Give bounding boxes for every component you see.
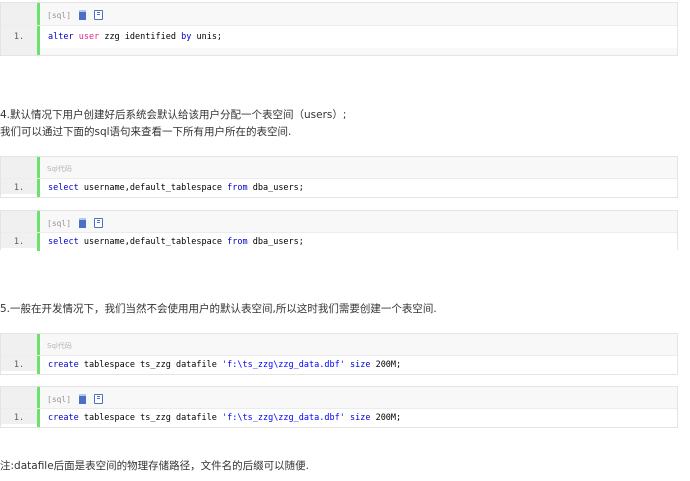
code-token-kw: from	[227, 237, 248, 247]
code-token-kw: size	[349, 360, 371, 370]
line-number: 1.	[1, 26, 37, 48]
code-lang-label: Sql代码	[47, 342, 72, 350]
code-token-kw: select	[48, 183, 79, 193]
code-token-kw: from	[227, 183, 248, 193]
code-token: username,default_tablespace	[78, 183, 228, 193]
view-source-icon[interactable]	[79, 394, 87, 404]
code-token: zzg identified	[99, 32, 182, 42]
copy-icon[interactable]	[94, 218, 104, 228]
code-token: 200M;	[370, 360, 402, 370]
code-token-str: 'f:\ts_zzg\zzg_data.dbf'	[222, 360, 345, 370]
code-line: select username,default_tablespace from …	[48, 233, 304, 251]
code-token: unis;	[191, 32, 223, 42]
code-header: [sql]	[47, 216, 104, 230]
code-line: alter user zzg identified by unis;	[48, 26, 222, 48]
code-token-kw: create	[48, 360, 79, 370]
code-block: [sql] 1. alter user zzg identified by un…	[0, 2, 678, 56]
view-source-icon[interactable]	[79, 218, 87, 228]
paragraph-5: 5.一般在开发情况下，我们当然不会使用用户的默认表空间,所以这时我们需要创建一个…	[0, 303, 437, 315]
code-block: [sql] 1. create tablespace ts_zzg datafi…	[0, 386, 678, 428]
code-block: Sql代码 1. create tablespace ts_zzg datafi…	[0, 333, 678, 375]
code-token-kw: size	[349, 413, 371, 423]
paragraph-4-line-2: 我们可以通过下面的sql语句来查看一下所有用户所在的表空间.	[0, 126, 292, 138]
code-token-kw: select	[48, 237, 79, 247]
code-block: Sql代码 1. select username,default_tablesp…	[0, 156, 678, 198]
view-source-icon[interactable]	[79, 10, 87, 20]
code-header: [sql]	[47, 8, 104, 22]
code-header: Sql代码	[47, 339, 72, 353]
code-header: [sql]	[47, 392, 104, 406]
code-token: dba_users;	[247, 237, 304, 247]
code-lang-label: [sql]	[47, 394, 72, 404]
copy-icon[interactable]	[94, 394, 104, 404]
code-token: tablespace ts_zzg datafile	[78, 360, 223, 370]
code-token: username,default_tablespace	[78, 237, 228, 247]
code-token-str: 'f:\ts_zzg\zzg_data.dbf'	[222, 413, 345, 423]
paragraph-4-line-1: 4.默认情况下用户创建好后系统会默认给该用户分配一个表空间（users）;	[0, 109, 347, 121]
code-token-kw: create	[48, 413, 79, 423]
line-number: 1.	[1, 233, 37, 248]
copy-icon[interactable]	[94, 10, 104, 20]
code-token: tablespace ts_zzg datafile	[78, 413, 223, 423]
code-header: Sql代码	[47, 162, 72, 176]
code-lang-label: [sql]	[47, 10, 72, 20]
code-line: create tablespace ts_zzg datafile 'f:\ts…	[48, 409, 401, 427]
code-token-kw: by	[181, 32, 192, 42]
code-lang-label: [sql]	[47, 218, 72, 228]
code-block: [sql] 1. select username,default_tablesp…	[0, 210, 678, 251]
code-line: create tablespace ts_zzg datafile 'f:\ts…	[48, 356, 401, 374]
code-lang-label: Sql代码	[47, 165, 72, 173]
code-token: dba_users;	[247, 183, 304, 193]
line-number: 1.	[1, 179, 37, 194]
note-paragraph: 注:datafile后面是表空间的物理存储路径，文件名的后缀可以随便.	[0, 460, 310, 472]
code-token: 200M;	[370, 413, 402, 423]
line-number: 1.	[1, 409, 37, 424]
code-line: select username,default_tablespace from …	[48, 179, 304, 197]
line-number: 1.	[1, 356, 37, 371]
code-token-kw2: user	[78, 32, 100, 42]
code-token-kw: alter	[48, 32, 74, 42]
